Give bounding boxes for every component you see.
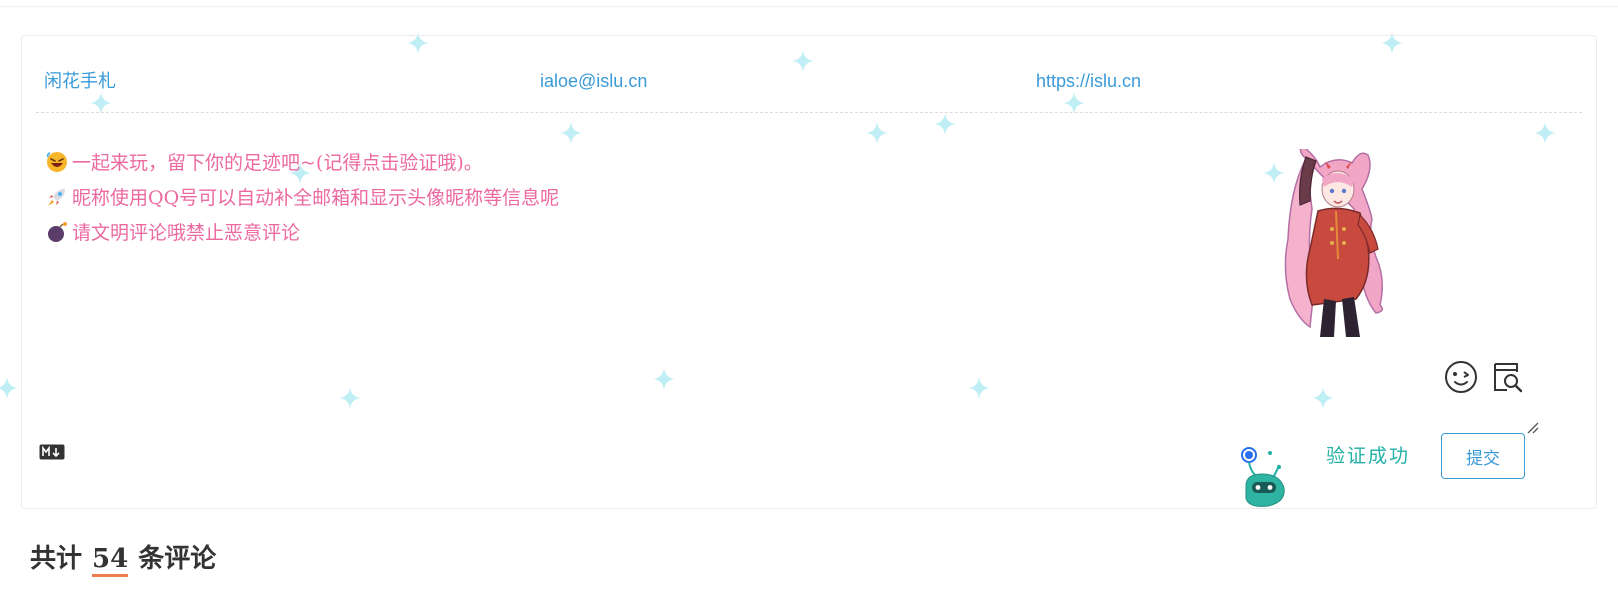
placeholder-tip: 一起来玩，留下你的足迹吧~(记得点击验证哦)。 [46,148,483,175]
comment-header-inputs [36,36,1582,113]
comment-count-number: 54 [92,544,129,577]
preview-search-icon[interactable] [1491,360,1525,394]
placeholder-tip: 请文明评论哦禁止恶意评论 [46,218,300,245]
bomb-emoji-icon [46,221,68,243]
wink-face-icon[interactable] [1444,360,1478,394]
comment-count-heading: 共计 54 条评论 [30,538,216,577]
comment-count-prefix: 共计 [30,544,83,574]
website-input[interactable] [1036,68,1466,94]
top-divider [0,0,1618,7]
placeholder-tip: 昵称使用QQ号可以自动补全邮箱和显示头像昵称等信息呢 [46,183,559,210]
rofl-emoji-icon [46,151,68,173]
sparkle-decoration [0,377,18,399]
mascot-character-image [1276,146,1388,337]
email-input[interactable] [540,68,970,94]
nickname-input[interactable] [44,68,474,94]
submit-button[interactable]: 提交 [1441,433,1525,479]
rocket-emoji-icon [46,186,68,208]
comment-form: 一起来玩，留下你的足迹吧~(记得点击验证哦)。 昵称使用QQ号可以自动补全邮箱和… [21,35,1597,509]
tip-text: 昵称使用QQ号可以自动补全邮箱和显示头像昵称等信息呢 [72,187,560,209]
captcha-status-text[interactable]: 验证成功 [1326,441,1410,468]
resize-handle-icon[interactable] [1526,421,1540,435]
tip-text: 一起来玩，留下你的足迹吧~(记得点击验证哦)。 [72,152,483,174]
tip-text: 请文明评论哦禁止恶意评论 [72,222,301,244]
comment-count-suffix: 条评论 [138,544,217,574]
captcha-robot-icon[interactable] [1238,446,1288,508]
markdown-icon[interactable] [39,444,65,460]
